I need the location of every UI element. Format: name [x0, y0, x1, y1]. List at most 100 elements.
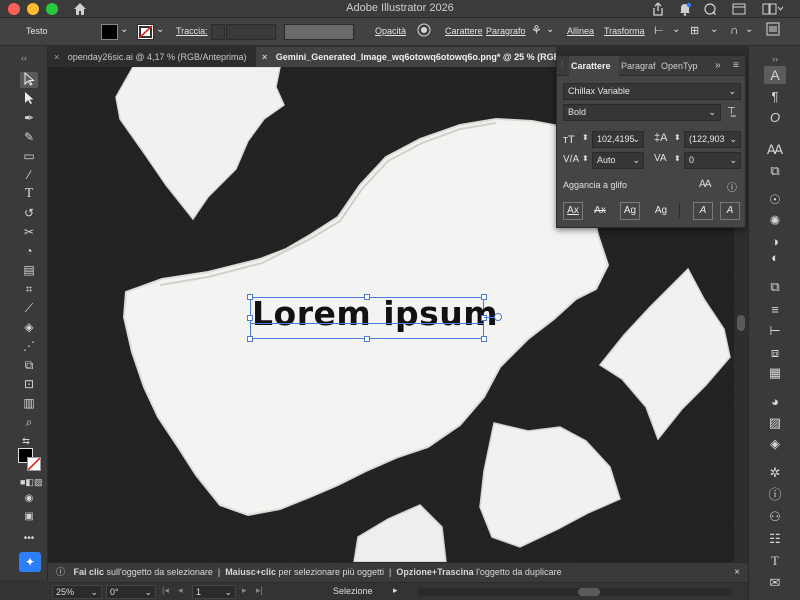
- snap-anchor-point-button[interactable]: A: [720, 202, 740, 220]
- tracking-select[interactable]: 0 ⌄: [684, 152, 741, 169]
- selection-handle[interactable]: [364, 294, 370, 300]
- kerning-select[interactable]: Auto ⌄: [592, 152, 644, 169]
- tab-gemini-image[interactable]: × Gemini_Generated_Image_wq6otowq6otowq6…: [256, 47, 556, 67]
- recolor-artwork-icon[interactable]: [417, 23, 431, 39]
- stroke-dropdown-chevron-icon[interactable]: ⌄: [156, 24, 164, 35]
- arrange-documents-icon[interactable]: [732, 0, 746, 18]
- rotation-select[interactable]: 0° ⌄: [106, 585, 156, 599]
- font-size-input[interactable]: 102,4195 ⌄: [592, 131, 644, 148]
- snap-xheight-button[interactable]: Ax: [590, 202, 610, 220]
- font-family-select[interactable]: Chillax Variable ⌄: [563, 83, 741, 100]
- status-menu-arrow-icon[interactable]: ▸: [393, 585, 398, 596]
- envelope-chevron-icon[interactable]: ⌄: [745, 24, 753, 35]
- transparency-icon[interactable]: ◐: [764, 249, 786, 267]
- mesh-tool-icon[interactable]: ⌗: [20, 281, 38, 297]
- align-left-icon[interactable]: ⊢: [654, 24, 664, 37]
- font-variation-icon[interactable]: ⊤̲: [727, 106, 736, 117]
- selection-handle[interactable]: [481, 294, 487, 300]
- panel-menu-icon[interactable]: [766, 22, 780, 38]
- expand-panel-icon[interactable]: »: [715, 56, 721, 76]
- screen-mode-icon[interactable]: ▣: [20, 509, 38, 525]
- paragraph-link[interactable]: Paragrafo: [486, 26, 526, 36]
- last-artboard-icon[interactable]: ▸|: [256, 585, 263, 596]
- rotate-tool-icon[interactable]: ↺: [20, 205, 38, 221]
- info-icon[interactable]: ⓘ: [727, 179, 737, 194]
- align-chevron-icon[interactable]: ⌄: [672, 24, 680, 35]
- selection-handle[interactable]: [247, 336, 253, 342]
- character-panel-icon[interactable]: A: [764, 66, 786, 84]
- align-link[interactable]: Allinea: [567, 26, 594, 36]
- next-artboard-icon[interactable]: ▸: [242, 585, 247, 596]
- symbol-sprayer-tool-icon[interactable]: ⋰: [20, 338, 38, 354]
- zoom-select[interactable]: 25% ⌄: [52, 585, 102, 599]
- panel-menu-icon[interactable]: ≡: [733, 56, 739, 76]
- column-graph-tool-icon[interactable]: ▥: [20, 395, 38, 411]
- leading-input[interactable]: (122,903 ⌄: [684, 131, 741, 148]
- tab-opentype[interactable]: OpenTyp: [661, 56, 699, 76]
- tab-close-icon[interactable]: ×: [262, 52, 267, 62]
- glyphs-icon[interactable]: Ꜳ: [764, 141, 786, 159]
- grid-chevron-icon[interactable]: ⌄: [710, 24, 718, 35]
- close-icon[interactable]: ×: [734, 563, 740, 582]
- blend-tool-icon[interactable]: ◈: [20, 319, 38, 335]
- graphic-styles-icon[interactable]: ⚇: [764, 508, 786, 526]
- paintbrush-tool-icon[interactable]: ⁄: [20, 167, 38, 183]
- artboard-text[interactable]: Lorem ipsum: [252, 294, 498, 333]
- zoom-tool-icon[interactable]: ⌕: [20, 414, 38, 430]
- scroll-thumb[interactable]: [737, 315, 745, 331]
- tab-openday26sic[interactable]: × openday26sic.ai @ 4,17 % (RGB/Anteprim…: [48, 47, 253, 67]
- appearance-icon[interactable]: ☉: [764, 191, 786, 209]
- stroke-color-indicator[interactable]: [27, 457, 41, 471]
- stroke-swatch[interactable]: [137, 24, 154, 40]
- tools-panel-grip[interactable]: ‹‹: [4, 50, 44, 66]
- variable-width-profile-select[interactable]: [284, 24, 354, 40]
- opacity-link[interactable]: Opacità: [375, 26, 406, 36]
- rectangle-tool-icon[interactable]: ▭: [20, 148, 38, 164]
- libraries-icon[interactable]: ✉: [764, 574, 786, 592]
- selection-handle[interactable]: [481, 315, 487, 321]
- font-size-stepper[interactable]: ⬍: [582, 133, 589, 142]
- text-styles-icon[interactable]: ⚘: [531, 23, 542, 37]
- color-mode-icons[interactable]: ■◧▨: [20, 474, 42, 490]
- share-icon[interactable]: [651, 0, 665, 18]
- selection-handle[interactable]: [247, 294, 253, 300]
- color-guide-icon[interactable]: ◕: [764, 393, 786, 411]
- selection-handle[interactable]: [364, 336, 370, 342]
- pen-tool-icon[interactable]: ✒: [20, 110, 38, 126]
- align-icon[interactable]: ⊢: [764, 322, 786, 340]
- selection-handle[interactable]: [481, 336, 487, 342]
- scissors-tool-icon[interactable]: ✂: [20, 224, 38, 240]
- tracking-stepper[interactable]: ⬍: [674, 154, 681, 163]
- text-styles-chevron-icon[interactable]: ⌄: [546, 24, 554, 35]
- tab-character[interactable]: Carattere: [569, 56, 619, 76]
- brushes-icon[interactable]: ✺: [764, 212, 786, 230]
- more-tools-icon[interactable]: •••: [20, 531, 38, 547]
- fill-dropdown-chevron-icon[interactable]: ⌄: [120, 24, 128, 35]
- selection-handle[interactable]: [247, 315, 253, 321]
- transform-link[interactable]: Trasforma: [604, 26, 645, 36]
- draw-mode-icon[interactable]: ◉: [20, 491, 38, 507]
- notifications-icon[interactable]: [678, 0, 692, 18]
- tab-paragraph[interactable]: Paragraf: [621, 56, 657, 76]
- horizontal-scrollbar[interactable]: [418, 588, 733, 596]
- stroke-weight-label[interactable]: Traccia:: [176, 26, 208, 36]
- snap-angular-guides-button[interactable]: A: [693, 202, 713, 220]
- swap-fill-stroke-icon[interactable]: ⇆: [17, 433, 35, 449]
- font-style-select[interactable]: Bold ⌄: [563, 104, 721, 121]
- opentype-panel-icon[interactable]: O: [764, 109, 786, 127]
- eyedropper-tool-icon[interactable]: ⟋: [20, 300, 38, 316]
- snap-baseline-button[interactable]: Ax: [563, 202, 583, 220]
- workspace-switcher-icon[interactable]: [762, 0, 784, 18]
- gradient-icon[interactable]: ▨: [764, 414, 786, 432]
- type-tool-icon[interactable]: T: [20, 186, 38, 202]
- type-out-port[interactable]: [494, 313, 502, 321]
- character-link[interactable]: Carattere: [445, 26, 483, 36]
- glyph-options-icon[interactable]: Ꜳ: [699, 179, 712, 190]
- symbols-icon[interactable]: ▦: [764, 364, 786, 382]
- paragraph-panel-icon[interactable]: ¶: [764, 88, 786, 106]
- pathfinder-icon[interactable]: ⧉: [764, 278, 786, 296]
- snap-glyph-bounds-button[interactable]: Ag: [620, 202, 640, 220]
- fill-swatch[interactable]: [101, 24, 118, 40]
- transform-icon[interactable]: ⧈: [764, 344, 786, 362]
- leading-stepper[interactable]: ⬍: [674, 133, 681, 142]
